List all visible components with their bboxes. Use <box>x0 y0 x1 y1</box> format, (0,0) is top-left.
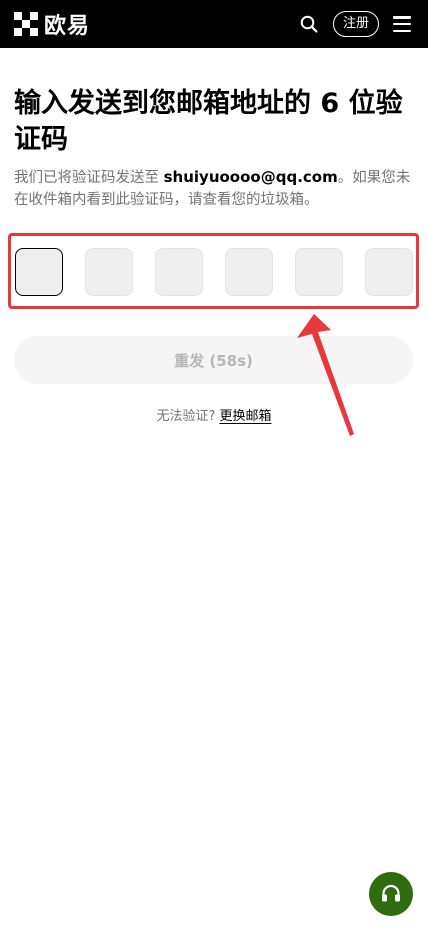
headset-support-icon <box>382 884 400 902</box>
top-nav-bar: 欧易 注册 <box>0 0 428 48</box>
verification-description: 我们已将验证码发送至 shuiyuoooo@qq.com。如果您未在收件箱内看到… <box>14 166 419 211</box>
okx-logo-icon <box>14 12 38 36</box>
search-button[interactable] <box>298 13 320 35</box>
otp-digit-3[interactable] <box>155 248 203 296</box>
email-verification-page: 欧易 注册 输入发送到您邮箱地址的 6 位验证码 我们已将验证码发送至 shui… <box>0 0 428 933</box>
email-address: shuiyuoooo@qq.com <box>163 168 338 186</box>
otp-input-group <box>15 248 415 296</box>
header-actions: 注册 <box>298 11 428 37</box>
brand-name: 欧易 <box>44 14 91 39</box>
change-email-link[interactable]: 更换邮箱 <box>219 409 271 424</box>
otp-digit-1[interactable] <box>15 248 63 296</box>
otp-digit-4[interactable] <box>225 248 273 296</box>
register-button[interactable]: 注册 <box>332 11 379 37</box>
page-title: 输入发送到您邮箱地址的 6 位验证码 <box>14 88 403 155</box>
description-prefix: 我们已将验证码发送至 <box>14 170 164 186</box>
change-email-row: 无法验证? 更换邮箱 <box>0 405 428 424</box>
brand-logo[interactable]: 欧易 <box>14 8 90 40</box>
resend-code-button[interactable]: 重发 (58s) <box>14 336 413 384</box>
search-icon <box>300 15 318 33</box>
alt-prompt-text: 无法验证? <box>156 409 216 424</box>
otp-digit-6[interactable] <box>365 248 413 296</box>
hamburger-menu-icon[interactable] <box>393 16 411 32</box>
otp-digit-2[interactable] <box>85 248 133 296</box>
customer-support-button[interactable] <box>369 872 413 916</box>
otp-digit-5[interactable] <box>295 248 343 296</box>
